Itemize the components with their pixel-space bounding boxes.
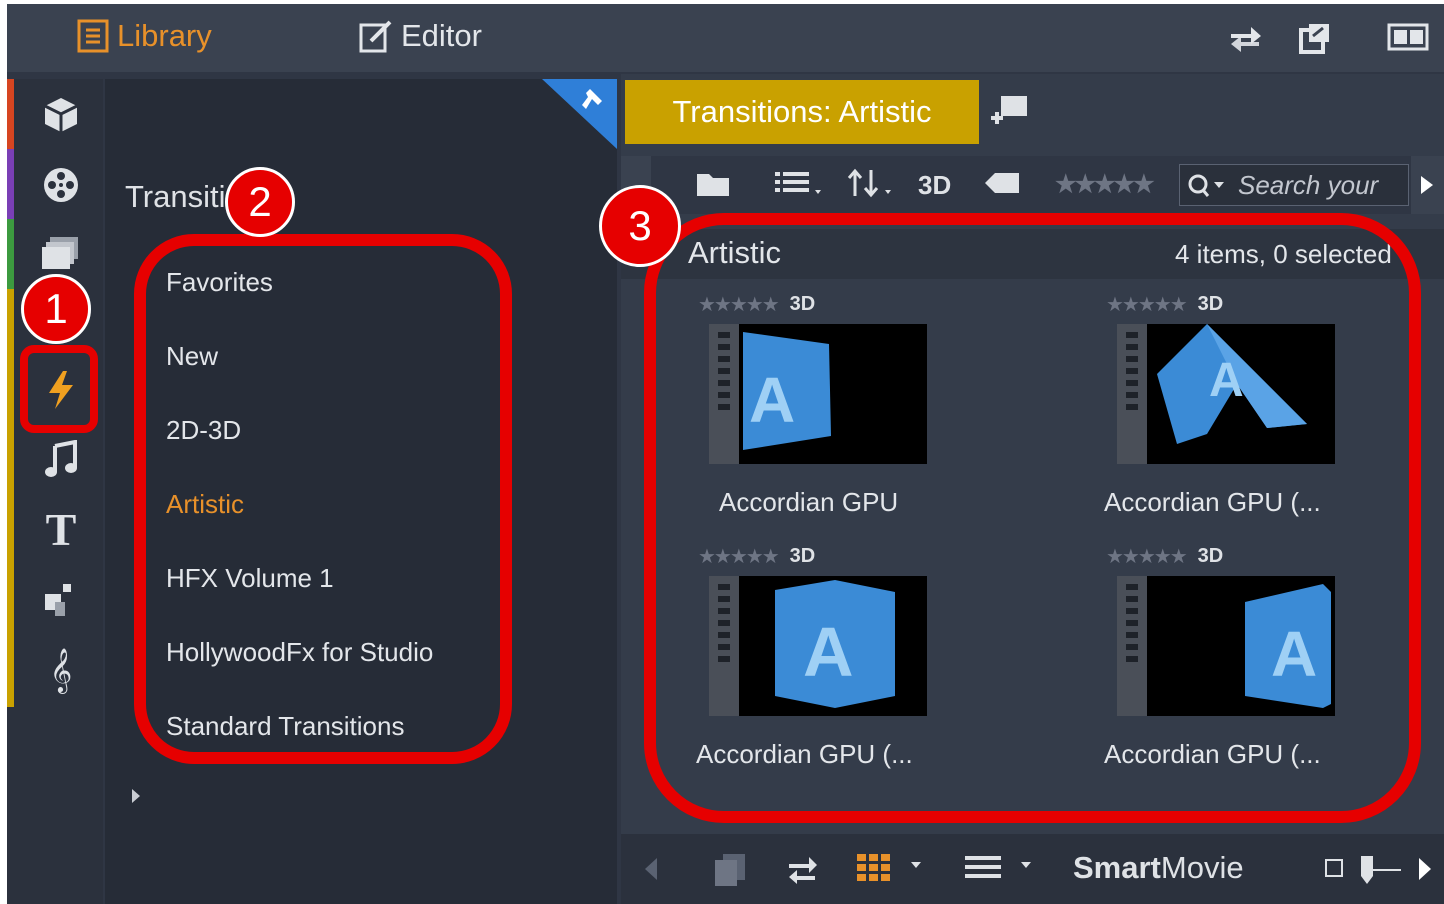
annotation-marker-2: 2	[225, 167, 295, 237]
zoom-slider[interactable]	[1323, 854, 1403, 888]
music-icon[interactable]	[35, 434, 87, 486]
smartmovie-movie: Movie	[1160, 850, 1244, 885]
score-icon[interactable]: 𝄞	[35, 644, 87, 696]
tab-library-label: Library	[117, 18, 212, 53]
chevron-right-icon[interactable]	[1415, 856, 1435, 882]
view-list-icon[interactable]	[773, 168, 825, 198]
menu-icon[interactable]	[963, 852, 1035, 882]
grid-view-icon[interactable]	[855, 852, 925, 882]
tab-editor[interactable]: Editor	[359, 18, 482, 54]
smartmovie-smart: Smart	[1073, 850, 1161, 885]
app-window: Library Editor T 𝄞 Transiti Favorites Ne…	[7, 4, 1444, 904]
tag-icon[interactable]	[983, 168, 1021, 198]
search-box[interactable]: Search your	[1179, 164, 1409, 206]
rail-color-strip	[7, 79, 14, 149]
library-rail: T 𝄞	[7, 79, 103, 904]
annotation-box-3	[644, 213, 1421, 823]
top-bar: Library Editor	[7, 4, 1444, 72]
pin-icon[interactable]	[542, 79, 617, 149]
editor-icon	[359, 20, 392, 53]
expand-arrow-icon[interactable]	[132, 789, 140, 803]
rating-filter-stars[interactable]: ★★★★★	[1055, 170, 1155, 199]
swap-icon[interactable]	[1227, 22, 1263, 56]
chevron-left-icon[interactable]	[641, 856, 661, 882]
folders-icon[interactable]	[35, 227, 87, 279]
annotation-box-1	[20, 345, 98, 433]
annotation-marker-3: 3	[599, 185, 681, 267]
category-title: Transiti	[125, 179, 226, 214]
movie-reel-icon[interactable]	[35, 159, 87, 211]
library-icon	[77, 19, 109, 53]
content-toolbar: 3D ★★★★★ Search your	[621, 156, 1444, 214]
montage-icon[interactable]	[35, 574, 87, 626]
rail-color-strip	[7, 289, 14, 707]
tab-library[interactable]: Library	[77, 18, 212, 54]
filter-3d-button[interactable]: 3D	[918, 170, 951, 201]
titles-icon[interactable]: T	[35, 503, 87, 555]
folder-icon[interactable]	[695, 168, 731, 198]
search-placeholder: Search your	[1238, 169, 1379, 200]
packages-icon[interactable]	[35, 89, 87, 141]
sort-icon[interactable]	[847, 168, 899, 198]
search-icon[interactable]	[1186, 170, 1230, 200]
add-tab-icon[interactable]	[989, 94, 1029, 128]
annotation-box-2	[134, 234, 512, 764]
bottom-bar: SmartMovie	[621, 834, 1444, 904]
tab-transitions-artistic-label: Transitions: Artistic	[672, 94, 932, 129]
tab-editor-label: Editor	[401, 18, 482, 53]
layout-icon[interactable]	[1387, 22, 1429, 52]
chevron-right-icon	[1421, 176, 1433, 194]
smartmovie-button[interactable]: SmartMovie	[1073, 850, 1244, 886]
scroll-right-button[interactable]	[1411, 156, 1444, 214]
rail-color-strip	[7, 149, 14, 219]
annotation-marker-1: 1	[21, 274, 91, 344]
rail-color-strip	[7, 219, 14, 289]
tab-transitions-artistic[interactable]: Transitions: Artistic	[625, 80, 979, 144]
stack-icon[interactable]	[713, 852, 747, 888]
sync-icon[interactable]	[785, 852, 819, 888]
popout-icon[interactable]	[1298, 22, 1332, 56]
